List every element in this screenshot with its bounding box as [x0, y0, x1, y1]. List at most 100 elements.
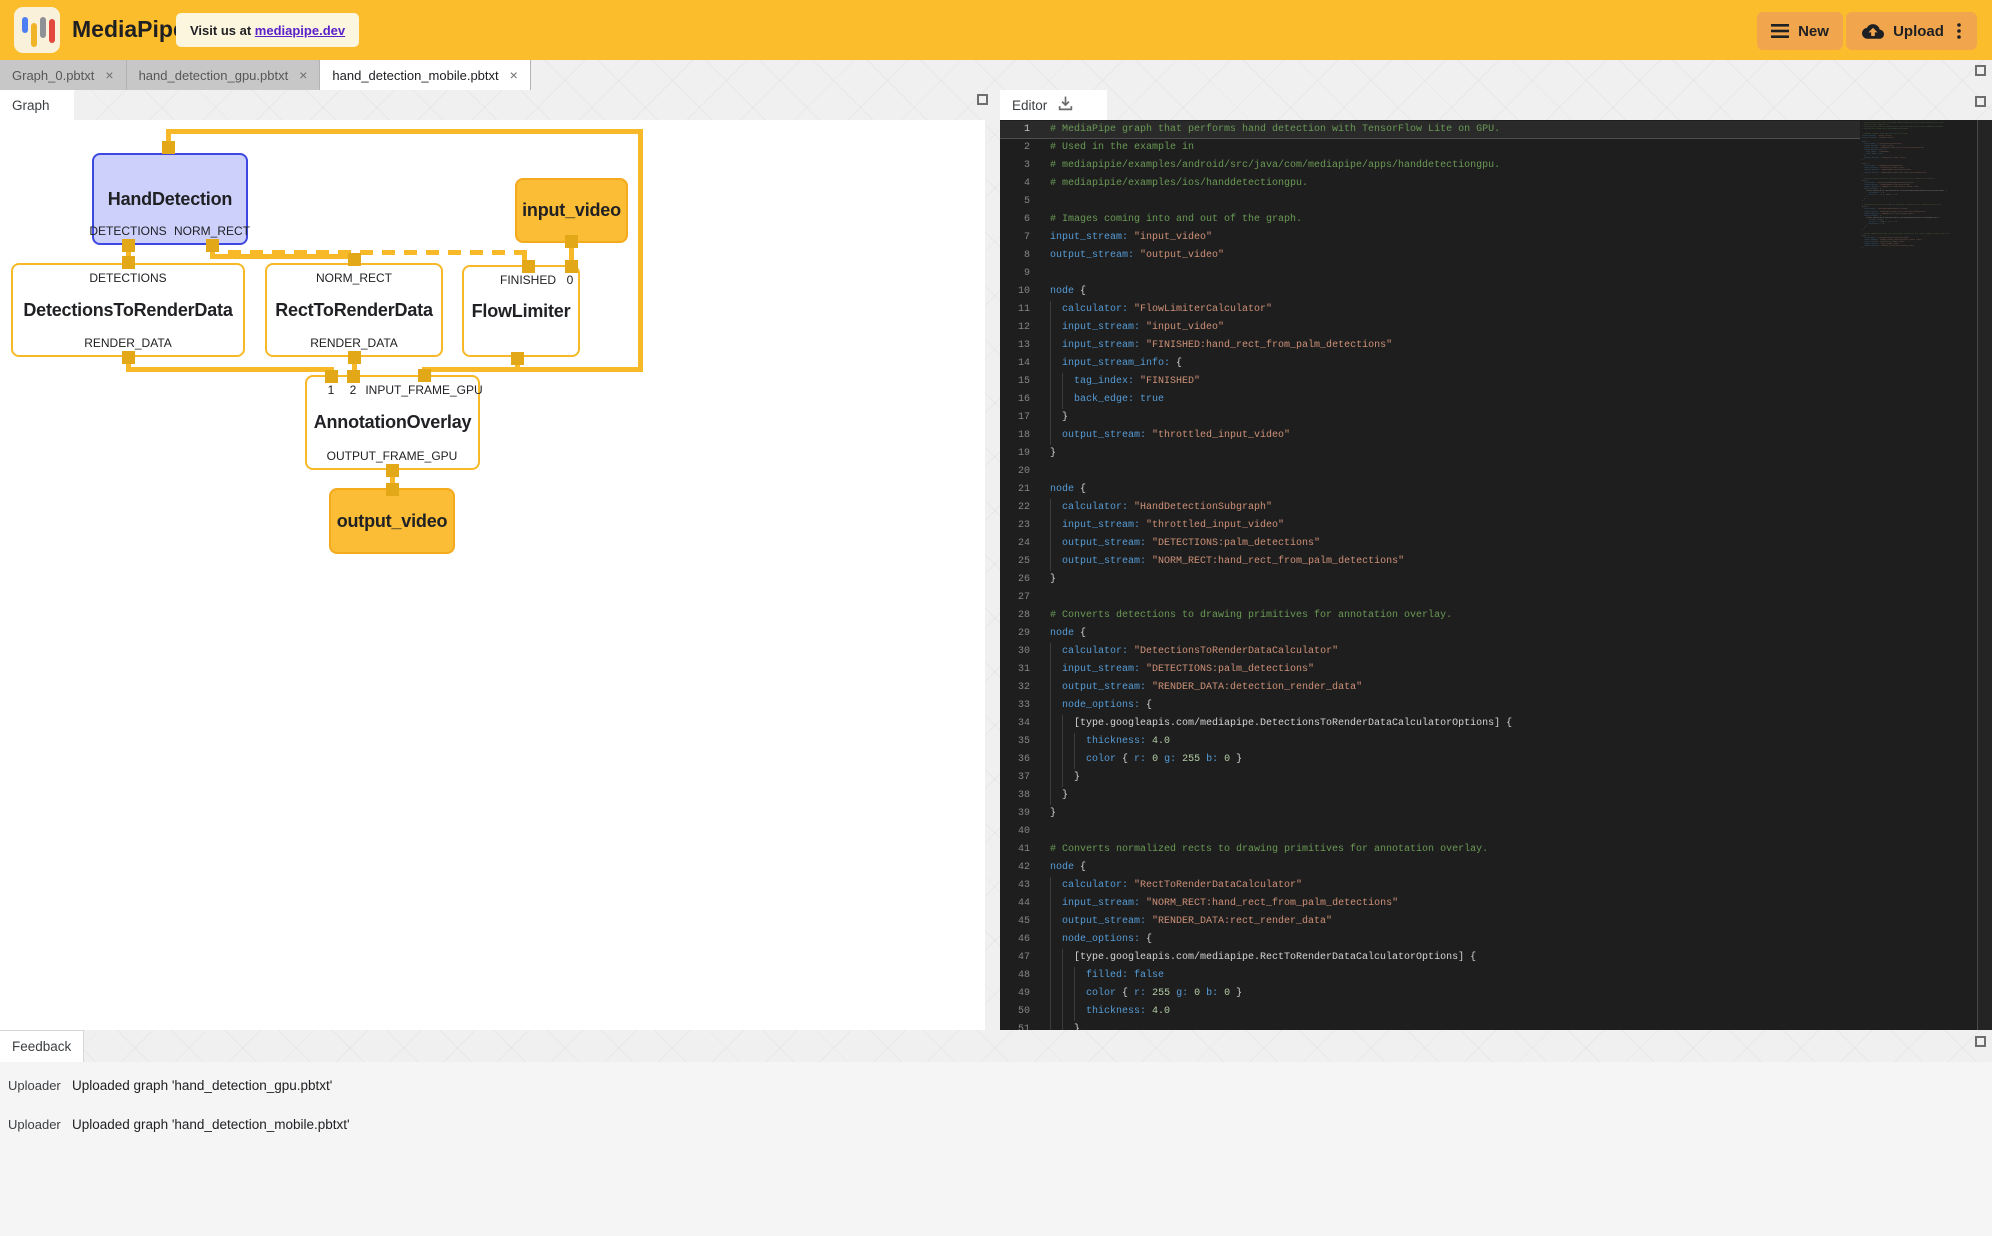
line-number: 6: [1000, 211, 1030, 229]
feedback-message: Uploaded graph 'hand_detection_mobile.pb…: [72, 1117, 350, 1132]
port-label: NORM_RECT: [174, 224, 250, 238]
line-number: 28: [1000, 607, 1030, 625]
port-label: RENDER_DATA: [310, 336, 398, 350]
code-line: 26}: [1000, 571, 1860, 589]
workspace-maximize-icon[interactable]: [1975, 65, 1986, 76]
graph-canvas[interactable]: HandDetectionDETECTIONSNORM_RECTinput_vi…: [0, 120, 985, 1030]
code-line: 41# Converts normalized rects to drawing…: [1000, 841, 1860, 859]
code-line: 38 }: [1000, 787, 1860, 805]
tab-graph[interactable]: Graph: [0, 90, 74, 120]
code-line: 12 input_stream: "input_video": [1000, 319, 1860, 337]
feedback-log: UploaderUploaded graph 'hand_detection_g…: [8, 1066, 350, 1144]
line-number: 26: [1000, 571, 1030, 589]
line-number: 11: [1000, 301, 1030, 319]
code-line: 49 color { r: 255 g: 0 b: 0 }: [1000, 985, 1860, 1003]
line-number: 45: [1000, 913, 1030, 931]
code-line: 51 }: [1000, 1021, 1860, 1030]
code-line: 11 calculator: "FlowLimiterCalculator": [1000, 301, 1860, 319]
code-line: 29node {: [1000, 625, 1860, 643]
code-line: 35 thickness: 4.0: [1000, 733, 1860, 751]
visit-prefix: Visit us at: [190, 23, 255, 38]
port-connector: [347, 370, 360, 383]
code-line: 36 color { r: 0 g: 255 b: 0 }: [1000, 751, 1860, 769]
line-number: 24: [1000, 535, 1030, 553]
code-line: 9: [1000, 265, 1860, 283]
code-line: 45 output_stream: "RENDER_DATA:rect_rend…: [1000, 913, 1860, 931]
port-connector: [522, 260, 535, 273]
mediapipe-dev-link[interactable]: mediapipe.dev: [255, 23, 345, 38]
upload-button[interactable]: Upload: [1846, 12, 1977, 50]
line-number: 30: [1000, 643, 1030, 661]
code-line: 50 thickness: 4.0: [1000, 1003, 1860, 1021]
line-number: 39: [1000, 805, 1030, 823]
port-connector: [348, 351, 361, 364]
line-number: 50: [1000, 1003, 1030, 1021]
new-button[interactable]: New: [1757, 12, 1843, 50]
tab-feedback[interactable]: Feedback: [0, 1030, 84, 1062]
port-label: RENDER_DATA: [84, 336, 172, 350]
graph-node-input_video[interactable]: input_video: [515, 178, 628, 243]
node-title: AnnotationOverlay: [314, 412, 472, 433]
hamburger-icon: [1771, 24, 1789, 38]
file-tab-label: hand_detection_gpu.pbtxt: [139, 68, 289, 83]
file-tab-close-icon[interactable]: ×: [299, 68, 307, 82]
feedback-message: Uploaded graph 'hand_detection_gpu.pbtxt…: [72, 1078, 332, 1093]
line-number: 23: [1000, 517, 1030, 535]
code-lines[interactable]: 1# MediaPipe graph that performs hand de…: [1000, 121, 1860, 1030]
line-number: 12: [1000, 319, 1030, 337]
tab-editor[interactable]: Editor: [1000, 90, 1107, 120]
editor-tab-label: Editor: [1012, 98, 1047, 113]
new-button-label: New: [1798, 23, 1829, 40]
line-number: 22: [1000, 499, 1030, 517]
editor-panel-maximize-icon[interactable]: [1975, 96, 1986, 107]
graph-tab-label: Graph: [12, 98, 50, 113]
kebab-menu-icon[interactable]: [1957, 23, 1961, 39]
port-connector: [386, 464, 399, 477]
code-line: 19}: [1000, 445, 1860, 463]
file-tab[interactable]: hand_detection_mobile.pbtxt×: [320, 60, 530, 90]
editor-scrollbar[interactable]: [1978, 120, 1992, 1030]
file-tab-close-icon[interactable]: ×: [510, 68, 518, 82]
file-tab-label: Graph_0.pbtxt: [12, 68, 94, 83]
file-tab-close-icon[interactable]: ×: [105, 68, 113, 82]
code-line: 14 input_stream_info: {: [1000, 355, 1860, 373]
graph-node-output_video[interactable]: output_video: [329, 488, 455, 554]
port-connector: [418, 369, 431, 382]
line-number: 9: [1000, 265, 1030, 283]
code-line: 6# Images coming into and out of the gra…: [1000, 211, 1860, 229]
code-line: 47 [type.googleapis.com/mediapipe.RectTo…: [1000, 949, 1860, 967]
file-tab[interactable]: hand_detection_gpu.pbtxt ×: [127, 60, 321, 90]
code-line: 37 }: [1000, 769, 1860, 787]
line-number: 17: [1000, 409, 1030, 427]
feedback-row: UploaderUploaded graph 'hand_detection_m…: [8, 1105, 350, 1144]
code-line: 4# mediapipie/examples/ios/handdetection…: [1000, 175, 1860, 193]
graph-panel-maximize-icon[interactable]: [977, 94, 988, 105]
code-line: 44 input_stream: "NORM_RECT:hand_rect_fr…: [1000, 895, 1860, 913]
line-number: 34: [1000, 715, 1030, 733]
download-icon[interactable]: [1057, 95, 1074, 115]
code-editor[interactable]: 1# MediaPipe graph that performs hand de…: [1000, 120, 1992, 1030]
port-label: 2: [350, 383, 357, 397]
line-number: 35: [1000, 733, 1030, 751]
port-connector: [511, 352, 524, 365]
code-line: 20: [1000, 463, 1860, 481]
port-connector: [162, 141, 175, 154]
file-tab[interactable]: Graph_0.pbtxt ×: [0, 60, 127, 90]
editor-minimap[interactable]: # MediaPipe graph that performs hand det…: [1862, 122, 1950, 254]
line-number: 19: [1000, 445, 1030, 463]
feedback-panel-maximize-icon[interactable]: [1975, 1036, 1986, 1047]
code-line: 43 calculator: "RectToRenderDataCalculat…: [1000, 877, 1860, 895]
port-label: DETECTIONS: [89, 224, 166, 238]
line-number: 10: [1000, 283, 1030, 301]
line-number: 29: [1000, 625, 1030, 643]
code-line: 48 filled: false: [1000, 967, 1860, 985]
node-title: RectToRenderData: [275, 300, 433, 321]
port-label: 0: [567, 273, 574, 287]
code-line: 27: [1000, 589, 1860, 607]
line-number: 21: [1000, 481, 1030, 499]
port-connector: [348, 253, 361, 266]
port-label: OUTPUT_FRAME_GPU: [327, 449, 458, 463]
code-line: 31 input_stream: "DETECTIONS:palm_detect…: [1000, 661, 1860, 679]
line-number: 42: [1000, 859, 1030, 877]
code-line: 21node {: [1000, 481, 1860, 499]
